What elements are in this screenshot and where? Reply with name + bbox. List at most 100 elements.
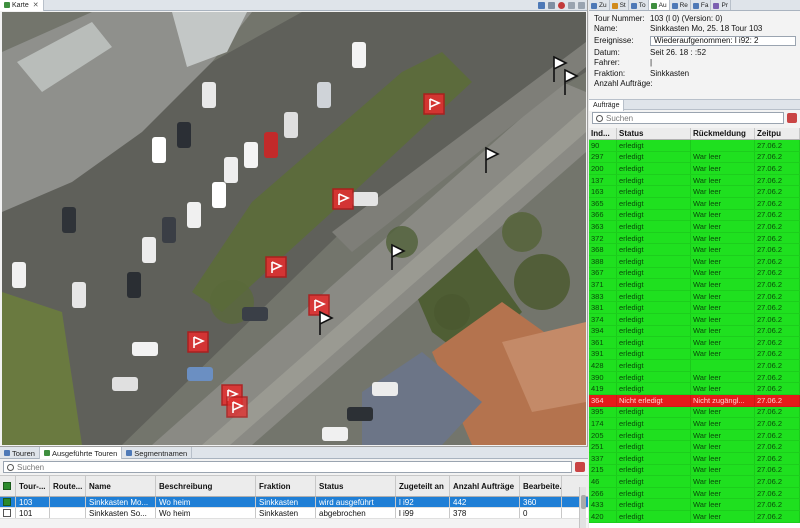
order-time: 27.06.2 [755,441,800,453]
red-order-marker[interactable] [226,396,248,418]
col-name[interactable]: Name [86,476,156,496]
tab-auftraege[interactable]: Aufträge [589,100,625,111]
col-route[interactable]: Route... [50,476,86,496]
events-dropdown[interactable]: Wiederaufgenommen: l i92: 2 [650,35,796,46]
table-row[interactable]: 372 erledigt War leer 27.06.2 [589,232,800,245]
table-row[interactable]: 90 erledigt 27.06.2 [589,140,800,152]
table-row[interactable]: 363 erledigt War leer 27.06.2 [589,221,800,233]
row-checkbox[interactable] [3,509,11,517]
red-order-marker[interactable] [423,93,445,115]
tab-zu[interactable]: Zu [589,0,610,10]
col-feedback[interactable]: Rückmeldung [691,128,755,139]
table-row[interactable]: 391 erledigt War leer 27.06.2 [589,348,800,361]
table-row[interactable]: 367 erledigt War leer 27.06.2 [589,267,800,280]
table-row[interactable]: 428 erledigt 27.06.2 [589,360,800,372]
table-row[interactable]: 103 Sinkkasten Mo... Wo heim Sinkkasten wird… [0,497,588,508]
table-row[interactable]: 371 erledigt War leer 27.06.2 [589,279,800,291]
table-row[interactable]: 200 erledigt War leer 27.06.2 [589,163,800,175]
table-row[interactable]: 205 erledigt War leer 27.06.2 [589,429,800,442]
select-all-checkbox[interactable] [3,482,11,490]
order-feedback: War leer [691,302,755,313]
table-row[interactable]: 390 erledigt War leer 27.06.2 [589,371,800,384]
tab-to[interactable]: To [629,0,649,10]
col-processed[interactable]: Bearbeite... [520,476,562,496]
close-icon[interactable]: ✕ [33,1,39,9]
table-row[interactable]: 337 erledigt War leer 27.06.2 [589,453,800,465]
tab-segmentnamen[interactable]: Segmentnamen [122,447,193,459]
orders-search-input[interactable]: Suchen [592,112,784,124]
tab-karte[interactable]: Karte ✕ [0,0,44,11]
table-row[interactable]: 215 erledigt War leer 27.06.2 [589,464,800,477]
aerial-map[interactable] [2,12,586,445]
table-row[interactable]: 419 erledigt War leer 27.06.2 [589,383,800,396]
col-index[interactable]: Ind... [589,128,617,139]
clear-search-icon[interactable] [575,462,585,472]
aerial-map-canvas[interactable] [2,12,586,445]
table-row[interactable]: 381 erledigt War leer 27.06.2 [589,302,800,314]
col-tour[interactable]: Tour-... [16,476,50,496]
col-time[interactable]: Zeitpu [755,128,800,139]
red-order-marker[interactable] [332,188,354,210]
table-row[interactable]: 137 erledigt War leer 27.06.2 [589,174,800,187]
tab-fa[interactable]: Fa [691,0,712,10]
tour-processed: 0 [520,508,562,518]
table-row[interactable]: 101 Sinkkasten So... Wo heim Sinkkasten abge… [0,508,588,519]
table-row[interactable]: 388 erledigt War leer 27.06.2 [589,255,800,268]
table-row[interactable]: 433 erledigt War leer 27.06.2 [589,499,800,511]
tab-au[interactable]: Au [648,0,670,10]
tab-touren[interactable]: Touren [0,447,40,459]
row-checkbox[interactable] [3,498,11,506]
red-order-marker[interactable] [308,294,330,316]
fraction-row: Fraktion: Sinkkasten [594,68,796,79]
table-row[interactable]: 266 erledigt War leer 27.06.2 [589,487,800,500]
table-row[interactable]: 364 Nicht erledigt Nicht zugängl... 27.06.2 [589,395,800,407]
tours-scrollbar[interactable] [579,487,586,528]
table-row[interactable]: 46 erledigt War leer 27.06.2 [589,476,800,488]
table-row[interactable]: 297 erledigt War leer 27.06.2 [589,151,800,164]
table-row[interactable]: 368 erledigt War leer 27.06.2 [589,244,800,256]
table-row[interactable]: 366 erledigt War leer 27.06.2 [589,209,800,222]
layer-icon[interactable] [548,2,555,9]
tab-pr[interactable]: Pr [711,0,731,10]
order-status: erledigt [617,325,691,337]
maximize-icon[interactable] [578,2,585,9]
col-assigned-to[interactable]: Zugeteilt an [396,476,450,496]
col-fraction[interactable]: Fraktion [256,476,316,496]
table-row[interactable]: 394 erledigt War leer 27.06.2 [589,325,800,338]
table-row[interactable]: 395 erledigt War leer 27.06.2 [589,406,800,419]
table-row[interactable]: 383 erledigt War leer 27.06.2 [589,290,800,303]
order-feedback [691,140,755,151]
row-select[interactable] [0,497,16,507]
col-order-count[interactable]: Anzahl Aufträge [450,476,520,496]
order-count-row: Anzahl Aufträge: [594,79,796,90]
order-feedback: War leer [691,174,755,186]
table-row[interactable]: 361 erledigt War leer 27.06.2 [589,337,800,349]
table-row[interactable]: 251 erledigt War leer 27.06.2 [589,441,800,454]
scrollbar-thumb[interactable] [581,495,586,509]
tab-re[interactable]: Re [670,0,691,10]
col-status[interactable]: Status [617,128,691,139]
clear-search-icon[interactable] [787,113,797,123]
row-select[interactable] [0,508,16,518]
name-row: Name: Sinkkasten Mo, 25. 18 Tour 103 [594,24,796,35]
col-status[interactable]: Status [316,476,396,496]
red-order-marker[interactable] [265,256,287,278]
table-row[interactable]: 420 erledigt War leer 27.06.2 [589,511,800,523]
col-description[interactable]: Beschreibung [156,476,256,496]
table-row[interactable]: 374 erledigt War leer 27.06.2 [589,313,800,326]
tab-st[interactable]: St [610,0,629,10]
tours-search-input[interactable]: Suchen [3,461,572,473]
order-index: 420 [589,511,617,522]
refresh-icon[interactable] [538,2,545,9]
col-select[interactable] [0,476,16,496]
record-icon[interactable] [558,2,565,9]
table-row[interactable]: 174 erledigt War leer 27.06.2 [589,418,800,430]
table-row[interactable]: 163 erledigt War leer 27.06.2 [589,186,800,198]
red-order-marker[interactable] [187,331,209,353]
table-row[interactable]: 365 erledigt War leer 27.06.2 [589,197,800,210]
order-feedback: War leer [691,267,755,279]
tab-ausgefuehrte-touren[interactable]: Ausgeführte Touren [39,447,123,459]
map-tabbar: Karte ✕ [0,0,587,11]
minimize-icon[interactable] [568,2,575,9]
order-feedback: War leer [691,499,755,510]
